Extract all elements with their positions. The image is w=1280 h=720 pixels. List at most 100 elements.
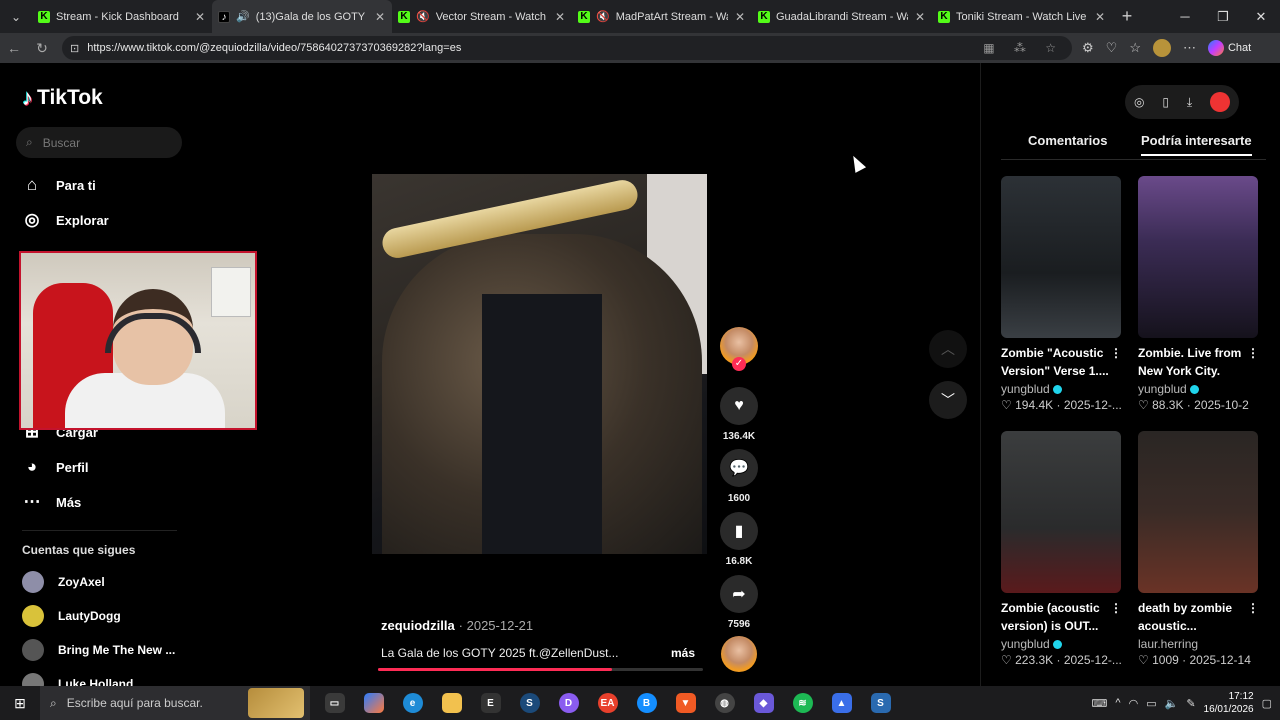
suggested-video-card[interactable]: ⋮ Zombie (acoustic version) is OUT... yu… bbox=[1001, 431, 1126, 667]
card-user[interactable]: laur.herring bbox=[1138, 637, 1198, 651]
caption-more-button[interactable]: más bbox=[671, 646, 695, 660]
creator-avatar-button[interactable]: ✓ bbox=[719, 327, 759, 371]
more-options-icon[interactable]: ⋮ bbox=[1110, 601, 1122, 615]
chevron-up-icon[interactable]: ^ bbox=[1115, 697, 1120, 709]
video-thumbnail[interactable] bbox=[1001, 431, 1121, 593]
muted-speaker-icon[interactable]: 🔇 bbox=[416, 10, 430, 23]
following-account[interactable]: LautyDogg bbox=[22, 605, 121, 627]
favorites-icon[interactable]: ☆ bbox=[1129, 40, 1141, 56]
file-explorer-icon[interactable] bbox=[435, 686, 468, 720]
menu-item-mas[interactable]: ⋯ Más bbox=[22, 492, 82, 512]
clock[interactable]: 17:12 16/01/2026 bbox=[1204, 690, 1254, 716]
share-action[interactable]: ➦ 7596 bbox=[719, 575, 759, 630]
ea-app-icon[interactable]: EA bbox=[591, 686, 624, 720]
video-author[interactable]: zequiodzilla · 2025-12-21 bbox=[381, 618, 533, 633]
steam-alt-icon[interactable]: S bbox=[864, 686, 897, 720]
card-user[interactable]: yungblud bbox=[1001, 637, 1050, 651]
suggested-video-card[interactable]: ⋮ death by zombie acoustic... laur.herri… bbox=[1138, 431, 1263, 667]
browser-tab-active[interactable]: ♪ 🔊 (13)Gala de los GOTY 2025 ✕ bbox=[212, 0, 392, 33]
epic-games-icon[interactable]: E bbox=[474, 686, 507, 720]
more-options-icon[interactable]: ⋮ bbox=[1247, 601, 1259, 615]
tab-actions-menu[interactable]: ⌄ bbox=[0, 0, 32, 33]
restore-icon[interactable]: ❐ bbox=[1204, 0, 1242, 33]
close-window-icon[interactable]: ✕ bbox=[1242, 0, 1280, 33]
spotify-icon[interactable]: ≋ bbox=[786, 686, 819, 720]
card-user[interactable]: yungblud bbox=[1138, 382, 1187, 396]
arc-app-icon[interactable]: ▲ bbox=[825, 686, 858, 720]
following-account[interactable]: Luke Holland bbox=[22, 673, 133, 686]
back-icon[interactable]: ← bbox=[0, 40, 28, 56]
brave-icon[interactable]: ▼ bbox=[669, 686, 702, 720]
next-video-button[interactable]: ﹀ bbox=[929, 381, 967, 419]
minimize-icon[interactable]: ─ bbox=[1166, 0, 1204, 33]
suggested-video-card[interactable]: ⋮ Zombie "Acoustic Version" Verse 1.... … bbox=[1001, 176, 1126, 412]
comment-action[interactable]: 💬 1600 bbox=[719, 449, 759, 504]
sound-avatar-button[interactable] bbox=[719, 636, 759, 672]
performance-icon[interactable]: ♡ bbox=[1106, 40, 1118, 56]
save-action[interactable]: ▮ 16.8K bbox=[719, 512, 759, 567]
tiktok-logo[interactable]: ♪ TikTok bbox=[22, 85, 103, 111]
browser-tab[interactable]: K GuadaLibrandi Stream - Watch ✕ bbox=[752, 0, 932, 33]
video-thumbnail[interactable] bbox=[1138, 176, 1258, 338]
compass-icon[interactable]: ◎ bbox=[1134, 95, 1144, 109]
card-title[interactable]: death by zombie acoustic... bbox=[1138, 599, 1256, 635]
keyboard-icon[interactable]: ⌨ bbox=[1092, 697, 1108, 710]
copilot-app-icon[interactable] bbox=[357, 686, 390, 720]
speaker-icon[interactable]: 🔊 bbox=[236, 10, 250, 23]
share-icon[interactable]: ➦ bbox=[720, 575, 758, 613]
battlenet-icon[interactable]: B bbox=[630, 686, 663, 720]
close-tab-icon[interactable]: ✕ bbox=[734, 10, 746, 24]
card-title[interactable]: Zombie (acoustic version) is OUT... bbox=[1001, 599, 1119, 635]
download-icon[interactable]: ⤓ bbox=[1187, 95, 1192, 110]
battery-icon[interactable]: ▭ bbox=[1146, 697, 1156, 710]
close-tab-icon[interactable]: ✕ bbox=[1094, 10, 1106, 24]
more-options-icon[interactable]: ⋮ bbox=[1247, 346, 1259, 360]
pen-icon[interactable]: ✎ bbox=[1186, 697, 1195, 710]
phone-icon[interactable]: ▯ bbox=[1162, 95, 1169, 109]
tab-podria-interesarte[interactable]: Podría interesarte bbox=[1141, 133, 1252, 156]
url-action-icons[interactable]: ▦ ⁂ ☆ bbox=[983, 41, 1064, 55]
url-field[interactable]: ⊡ https://www.tiktok.com/@zequiodzilla/v… bbox=[62, 36, 1072, 60]
heart-icon[interactable]: ♥ bbox=[720, 387, 758, 425]
search-input[interactable]: ⌕ Buscar bbox=[16, 127, 182, 158]
more-options-icon[interactable]: ⋮ bbox=[1110, 346, 1122, 360]
taskbar-search[interactable]: ⌕ Escribe aquí para buscar. bbox=[40, 686, 310, 720]
profile-avatar-icon[interactable] bbox=[1152, 39, 1171, 57]
new-tab-button[interactable]: + bbox=[1112, 6, 1142, 27]
copilot-chat-button[interactable]: Chat bbox=[1207, 40, 1251, 56]
more-menu-icon[interactable]: ⋯ bbox=[1183, 40, 1196, 56]
video-thumbnail[interactable] bbox=[1138, 431, 1258, 593]
previous-video-button[interactable]: ︿ bbox=[929, 330, 967, 368]
menu-item-perfil[interactable]: ◕ Perfil bbox=[22, 457, 89, 477]
browser-tab[interactable]: K 🔇 MadPatArt Stream - Watch ✕ bbox=[572, 0, 752, 33]
close-tab-icon[interactable]: ✕ bbox=[194, 10, 206, 24]
menu-item-para-ti[interactable]: ⌂ Para ti bbox=[22, 175, 96, 195]
tab-comentarios[interactable]: Comentarios bbox=[1028, 133, 1107, 148]
steam-icon[interactable]: S bbox=[513, 686, 546, 720]
card-title[interactable]: Zombie "Acoustic Version" Verse 1.... bbox=[1001, 344, 1119, 380]
edge-icon[interactable]: e bbox=[396, 686, 429, 720]
notifications-icon[interactable]: ▢ bbox=[1262, 697, 1272, 710]
browser-tab[interactable]: K Toniki Stream - Watch Live on K ✕ bbox=[932, 0, 1112, 33]
following-account[interactable]: ZoyAxel bbox=[22, 571, 105, 593]
video-player[interactable] bbox=[372, 174, 707, 554]
following-account[interactable]: Bring Me The New ... bbox=[22, 639, 175, 661]
card-title[interactable]: Zombie. Live from New York City. bbox=[1138, 344, 1256, 380]
volume-icon[interactable]: 🔈 bbox=[1165, 697, 1179, 710]
discord-icon[interactable]: D bbox=[552, 686, 585, 720]
task-view-icon[interactable]: ▭ bbox=[318, 686, 351, 720]
suggested-video-card[interactable]: ⋮ Zombie. Live from New York City. yungb… bbox=[1138, 176, 1263, 412]
bookmark-icon[interactable]: ▮ bbox=[720, 512, 758, 550]
reload-icon[interactable]: ↻ bbox=[28, 40, 56, 57]
video-progress-bar[interactable] bbox=[378, 668, 703, 671]
close-tab-icon[interactable]: ✕ bbox=[914, 10, 926, 24]
card-user[interactable]: yungblud bbox=[1001, 382, 1050, 396]
muted-speaker-icon[interactable]: 🔇 bbox=[596, 10, 610, 23]
close-tab-icon[interactable]: ✕ bbox=[554, 10, 566, 24]
network-icon[interactable]: ◠ bbox=[1129, 697, 1139, 710]
like-action[interactable]: ♥ 136.4K bbox=[719, 387, 759, 442]
windows-start-icon[interactable]: ⊞ bbox=[0, 695, 40, 712]
close-tab-icon[interactable]: ✕ bbox=[374, 10, 386, 24]
controller-app-icon[interactable]: ◆ bbox=[747, 686, 780, 720]
site-info-icon[interactable]: ⊡ bbox=[70, 42, 79, 55]
